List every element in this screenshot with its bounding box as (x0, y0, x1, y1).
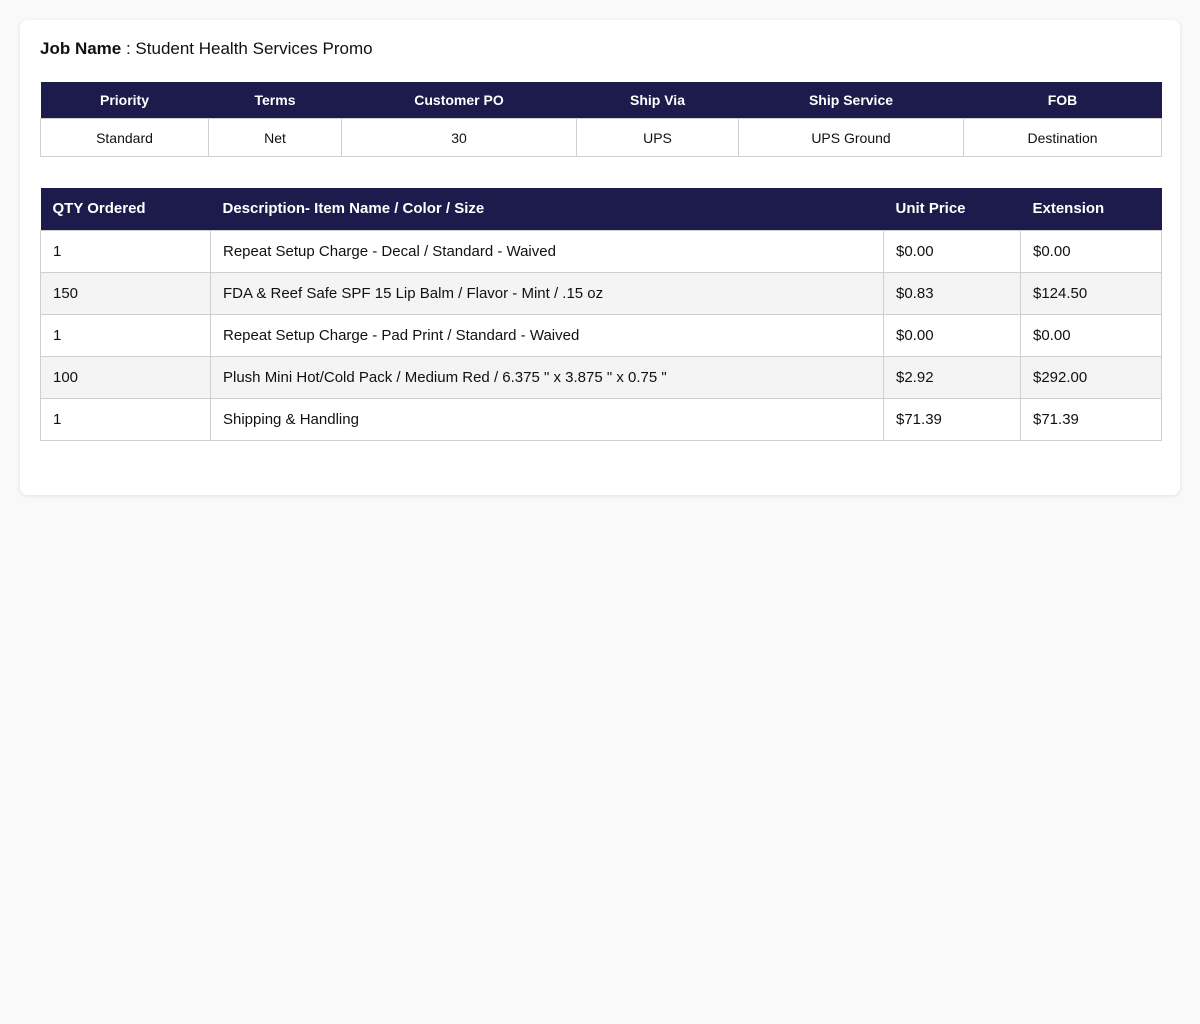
fob-value: Destination (963, 118, 1162, 157)
terms-value: Net (208, 118, 342, 157)
extension-cell: $292.00 (1020, 355, 1162, 399)
column-header-unit-price: Unit Price (883, 188, 1021, 230)
qty-cell: 150 (40, 271, 211, 315)
priority-value: Standard (40, 118, 209, 157)
unit-price-cell: $0.00 (883, 313, 1021, 357)
job-name-separator: : (121, 39, 136, 58)
table-row: 1 Repeat Setup Charge - Pad Print / Stan… (40, 313, 1162, 357)
ship-service-value: UPS Ground (738, 118, 964, 157)
description-cell: Repeat Setup Charge - Decal / Standard -… (210, 229, 884, 273)
description-cell: Plush Mini Hot/Cold Pack / Medium Red / … (210, 355, 884, 399)
job-card: Job Name : Student Health Services Promo… (20, 20, 1180, 495)
unit-price-cell: $71.39 (883, 397, 1021, 441)
table-row: 1 Shipping & Handling $71.39 $71.39 (40, 397, 1162, 441)
column-header-priority: Priority (40, 82, 209, 119)
extension-cell: $0.00 (1020, 229, 1162, 273)
qty-cell: 1 (40, 229, 211, 273)
column-header-ship-via: Ship Via (576, 82, 739, 119)
qty-cell: 1 (40, 397, 211, 441)
unit-price-cell: $2.92 (883, 355, 1021, 399)
column-header-customer-po: Customer PO (341, 82, 577, 119)
job-name-value: Student Health Services Promo (135, 39, 373, 58)
extension-cell: $71.39 (1020, 397, 1162, 441)
column-header-fob: FOB (963, 82, 1162, 119)
table-row: 1 Repeat Setup Charge - Decal / Standard… (40, 229, 1162, 273)
line-items-table: QTY Ordered Description- Item Name / Col… (40, 188, 1162, 441)
unit-price-cell: $0.00 (883, 229, 1021, 273)
description-cell: Repeat Setup Charge - Pad Print / Standa… (210, 313, 884, 357)
extension-cell: $124.50 (1020, 271, 1162, 315)
description-cell: FDA & Reef Safe SPF 15 Lip Balm / Flavor… (210, 271, 884, 315)
unit-price-cell: $0.83 (883, 271, 1021, 315)
job-name-line: Job Name : Student Health Services Promo (40, 38, 373, 60)
job-name-label: Job Name (40, 39, 122, 58)
order-info-table: Priority Terms Customer PO Ship Via Ship… (40, 82, 1162, 157)
column-header-terms: Terms (208, 82, 342, 119)
customer-po-value: 30 (341, 118, 577, 157)
ship-via-value: UPS (576, 118, 739, 157)
extension-cell: $0.00 (1020, 313, 1162, 357)
order-info-values-row: Standard Net 30 UPS UPS Ground Destinati… (40, 118, 1162, 157)
qty-cell: 1 (40, 313, 211, 357)
table-row: 150 FDA & Reef Safe SPF 15 Lip Balm / Fl… (40, 271, 1162, 315)
qty-cell: 100 (40, 355, 211, 399)
column-header-extension: Extension (1020, 188, 1162, 230)
table-row: 100 Plush Mini Hot/Cold Pack / Medium Re… (40, 355, 1162, 399)
description-cell: Shipping & Handling (210, 397, 884, 441)
column-header-ship-service: Ship Service (738, 82, 964, 119)
column-header-description: Description- Item Name / Color / Size (210, 188, 884, 230)
column-header-qty: QTY Ordered (40, 188, 211, 230)
order-info-header-row: Priority Terms Customer PO Ship Via Ship… (40, 82, 1162, 119)
line-items-header-row: QTY Ordered Description- Item Name / Col… (40, 188, 1162, 230)
